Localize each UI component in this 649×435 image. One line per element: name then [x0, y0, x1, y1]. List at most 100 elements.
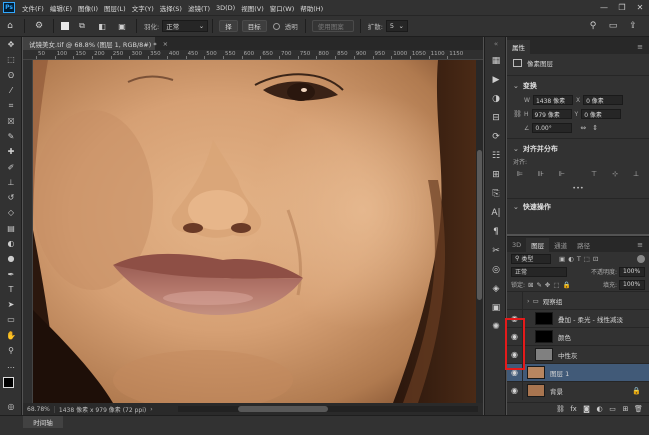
eye-icon[interactable]: ◉: [507, 363, 523, 382]
menu-window[interactable]: 窗口(W): [267, 3, 298, 13]
marquee-tool-icon[interactable]: ⬚: [0, 52, 22, 67]
patterns-icon[interactable]: ✺: [485, 317, 507, 336]
add-mask-icon[interactable]: ◙: [580, 405, 593, 413]
eye-icon[interactable]: ◉: [507, 327, 523, 346]
flip-vertical-icon[interactable]: ⇕: [592, 124, 598, 132]
chevron-right-icon[interactable]: ›: [527, 297, 530, 305]
libraries-icon[interactable]: ⊟: [485, 108, 507, 127]
delete-layer-icon[interactable]: 🗑: [632, 405, 645, 413]
close-button[interactable]: ✕: [631, 0, 649, 15]
dodge-tool-icon[interactable]: ●: [0, 251, 22, 266]
zoom-level[interactable]: 68.78%: [23, 405, 55, 413]
paragraph-icon[interactable]: ⎘: [485, 184, 507, 203]
align-right-icon[interactable]: ⊩: [555, 169, 569, 179]
share-icon[interactable]: ⇪: [626, 19, 640, 33]
lasso-tool-icon[interactable]: ʘ: [0, 68, 22, 83]
menu-select[interactable]: 选择(S): [157, 3, 185, 13]
clone-stamp-tool-icon[interactable]: ⊥: [0, 175, 22, 190]
path-select-tool-icon[interactable]: ➤: [0, 297, 22, 312]
use-pattern-button[interactable]: 使用图案: [311, 20, 354, 32]
filter-toggle-icon[interactable]: [637, 254, 645, 263]
width-field[interactable]: 1438 像素: [532, 95, 573, 105]
intersect-selection-icon[interactable]: ▣: [115, 19, 129, 33]
vertical-scrollbar[interactable]: [476, 60, 483, 403]
mode-select[interactable]: 正常 ⌄: [162, 20, 209, 32]
pen-tool-icon[interactable]: ✒: [0, 266, 22, 281]
collapse-icon[interactable]: «: [485, 37, 507, 51]
panel-menu-icon[interactable]: ≡: [637, 43, 643, 51]
layer-row-neutral-gray[interactable]: ◉ 中性灰: [507, 345, 649, 364]
horizontal-scroll-thumb[interactable]: [238, 406, 328, 412]
restore-button[interactable]: ❐: [613, 0, 631, 15]
eye-icon[interactable]: ◉: [507, 345, 523, 364]
canvas-image[interactable]: [33, 60, 476, 403]
menu-layer[interactable]: 图层(L): [101, 3, 129, 13]
filter-icons[interactable]: ▣◐T⬚⊡: [559, 255, 601, 263]
menu-type[interactable]: 文字(Y): [129, 3, 157, 13]
fill-field[interactable]: 100%: [619, 279, 645, 290]
subtract-button[interactable]: 择: [219, 20, 238, 32]
document-tab[interactable]: 试镜美女.tif @ 68.8% (图层 1, RGB/8#) * ×: [23, 37, 168, 50]
more-options-button[interactable]: •••: [572, 184, 584, 192]
history-icon[interactable]: ▦: [485, 51, 507, 70]
window-icon[interactable]: ▭: [606, 19, 620, 33]
gradient-tool-icon[interactable]: ▤: [0, 221, 22, 236]
character-icon[interactable]: A|: [485, 203, 507, 222]
align-top-icon[interactable]: ⊤: [587, 169, 601, 179]
home-icon[interactable]: ⌂: [3, 19, 17, 33]
tool-preset-icon[interactable]: ⚙: [32, 19, 46, 33]
frame-tool-icon[interactable]: ☒: [0, 113, 22, 128]
new-group-icon[interactable]: ▭: [606, 405, 619, 413]
eraser-tool-icon[interactable]: ◇: [0, 205, 22, 220]
history-brush-tool-icon[interactable]: ↺: [0, 190, 22, 205]
swatches-icon[interactable]: ▣: [485, 298, 507, 317]
zoom-tool-icon[interactable]: ⚲: [0, 343, 22, 358]
crop-tool-icon[interactable]: ⌗: [0, 98, 22, 113]
y-field[interactable]: 0 像素: [581, 109, 622, 119]
quick-select-tool-icon[interactable]: ⁄: [0, 83, 22, 98]
foreground-color-swatch[interactable]: [3, 377, 14, 388]
hand-tool-icon[interactable]: ✋: [0, 328, 22, 343]
menu-image[interactable]: 图像(I): [75, 3, 101, 13]
tool-presets-icon[interactable]: ✂: [485, 241, 507, 260]
tab-layers[interactable]: 图层: [526, 238, 550, 252]
minimize-button[interactable]: —: [595, 0, 613, 15]
layer-row-overlay[interactable]: ◉ 叠加 - 柔光 - 线性减淡: [507, 309, 649, 328]
layer-row-group[interactable]: › ▭ 观察组: [507, 291, 649, 310]
vertical-scroll-thumb[interactable]: [477, 150, 482, 300]
menu-view[interactable]: 视图(V): [238, 3, 267, 13]
align-left-icon[interactable]: ⊫: [513, 169, 527, 179]
eye-icon[interactable]: ◉: [507, 309, 523, 328]
align-center-h-icon[interactable]: ⊪: [534, 169, 548, 179]
color-swatches[interactable]: [3, 377, 21, 395]
tab-channels[interactable]: 通道: [549, 238, 572, 252]
brush-settings-icon[interactable]: ☷: [485, 146, 507, 165]
type-tool-icon[interactable]: T: [0, 282, 22, 297]
actions-icon[interactable]: ▶: [485, 70, 507, 89]
opacity-field[interactable]: 100%: [619, 266, 645, 277]
menu-filter[interactable]: 滤镜(T): [185, 3, 213, 13]
menu-file[interactable]: 文件(F): [19, 3, 47, 13]
timeline-tab[interactable]: 时间轴: [23, 416, 63, 428]
add-selection-icon[interactable]: ⧉: [75, 19, 89, 33]
menu-edit[interactable]: 编辑(E): [47, 3, 75, 13]
layer-row-color[interactable]: ◉ 颜色: [507, 327, 649, 346]
align-middle-icon[interactable]: ⊹: [608, 169, 622, 179]
quick-actions-section[interactable]: ⌄ 快速操作: [507, 202, 649, 212]
align-bottom-icon[interactable]: ⊥: [629, 169, 643, 179]
navigator-icon[interactable]: ◎: [485, 260, 507, 279]
spot-healing-tool-icon[interactable]: ✚: [0, 144, 22, 159]
adjustments-icon[interactable]: ◑: [485, 89, 507, 108]
styles-icon[interactable]: ◈: [485, 279, 507, 298]
tab-properties[interactable]: 属性: [507, 40, 530, 54]
lock-icons[interactable]: ⊠✎✥⬚🔒: [528, 281, 574, 289]
transform-section[interactable]: ⌄ 变换: [507, 79, 649, 93]
flip-horizontal-icon[interactable]: ⇔: [580, 124, 586, 132]
quick-mask-icon[interactable]: ◎: [0, 399, 22, 414]
properties-icon[interactable]: ⊞: [485, 165, 507, 184]
menu-3d[interactable]: 3D(D): [213, 4, 238, 12]
transparent-radio[interactable]: [272, 22, 280, 30]
search-icon[interactable]: ⚲: [586, 19, 600, 33]
document-size-info[interactable]: 1438 像素 x 979 像素 (72 ppi): [55, 405, 150, 414]
blur-tool-icon[interactable]: ◐: [0, 236, 22, 251]
